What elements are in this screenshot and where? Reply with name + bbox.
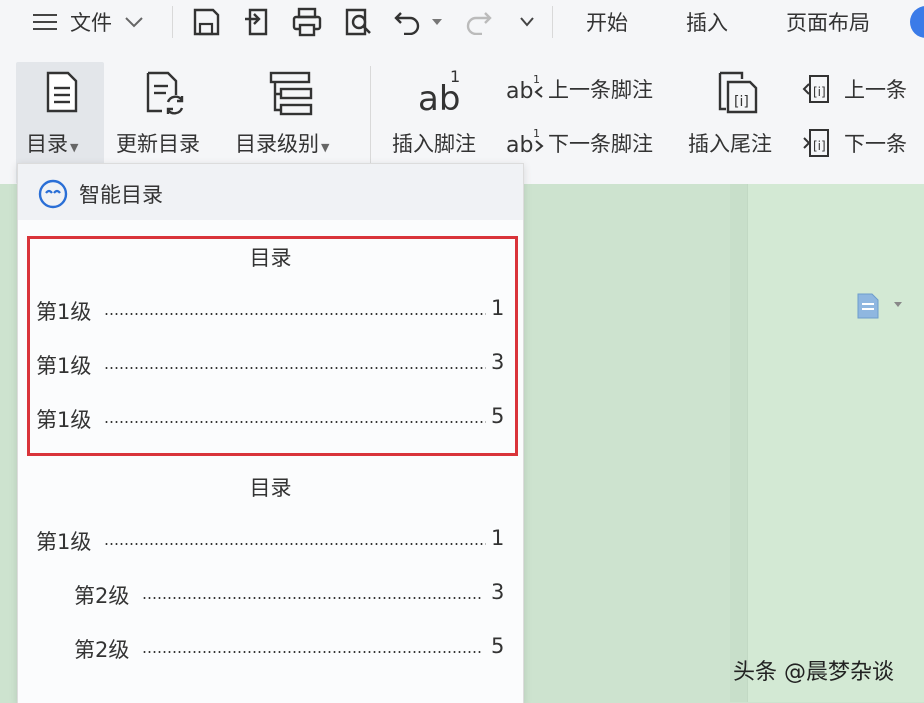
toc-document-icon	[46, 71, 78, 113]
divider	[172, 6, 173, 38]
highlight-box	[27, 236, 518, 456]
smart-toc-label: 智能目录	[79, 183, 163, 207]
svg-text:1: 1	[450, 68, 460, 86]
svg-text:1: 1	[533, 127, 540, 140]
save-icon[interactable]	[191, 7, 221, 37]
print-icon[interactable]	[291, 7, 323, 37]
prev-footnote-icon: ab 1	[506, 73, 543, 104]
svg-text:[i]: [i]	[813, 85, 826, 99]
toc-leader-dots	[142, 597, 482, 599]
svg-text:[i]: [i]	[734, 94, 749, 110]
svg-text:ab: ab	[506, 133, 533, 158]
insert-endnote-label: 插入尾注	[688, 132, 772, 156]
next-footnote-icon: ab 1	[506, 127, 544, 158]
toc-entry-page: 1	[491, 526, 505, 550]
tab-insert[interactable]: 插入	[686, 0, 728, 44]
avatar[interactable]	[910, 6, 924, 38]
update-toc-label: 更新目录	[116, 132, 200, 156]
divider	[552, 6, 553, 38]
svg-text:[i]: [i]	[813, 139, 826, 153]
toc-entry: 第2级 5	[18, 634, 523, 664]
document-page[interactable]	[747, 184, 924, 702]
document-options-icon[interactable]	[856, 292, 908, 320]
footnote-ab-icon: ab 1	[418, 68, 460, 118]
toc-entry-label: 第1级	[36, 530, 92, 554]
undo-dropdown-icon[interactable]	[431, 18, 443, 26]
toc-level-label: 目录级别	[235, 132, 319, 156]
caret-down-icon: ▼	[321, 141, 330, 154]
export-pdf-icon[interactable]	[242, 7, 274, 37]
next-footnote-label: 下一条脚注	[548, 132, 653, 156]
toc-label: 目录	[26, 132, 68, 156]
toc-entry-page: 3	[491, 580, 505, 604]
print-preview-icon[interactable]	[343, 7, 375, 37]
svg-text:ab: ab	[506, 79, 533, 104]
file-menu-label: 文件	[70, 11, 112, 35]
smart-toc-item[interactable]: 智能目录	[18, 164, 523, 220]
chevron-down-icon	[125, 17, 143, 28]
page-shadow	[730, 184, 747, 702]
undo-icon[interactable]	[393, 9, 423, 35]
hamburger-icon	[33, 14, 57, 30]
toc-entry-page: 5	[491, 634, 505, 658]
prev-endnote-icon: [i]	[802, 75, 829, 103]
toc-entry: 第2级 3	[18, 580, 523, 610]
tab-start[interactable]: 开始	[586, 0, 628, 44]
toc-level-icon	[269, 71, 313, 116]
caret-down-icon: ▼	[70, 141, 79, 154]
divider	[370, 66, 371, 166]
watermark-text: 头条 @晨梦杂谈	[733, 660, 894, 685]
insert-footnote-label: 插入脚注	[392, 132, 476, 156]
menu-button[interactable]: 文件	[32, 0, 144, 44]
insert-endnote-button[interactable]: [i] 插入尾注	[684, 62, 788, 182]
smart-toc-icon	[38, 179, 68, 209]
redo-icon[interactable]	[463, 9, 493, 35]
next-endnote-label: 下一条	[844, 132, 907, 156]
next-endnote-icon: [i]	[803, 129, 829, 157]
toc-template-title: 目录	[249, 476, 292, 500]
toc-entry: 第1级 1	[18, 526, 523, 556]
toc-entry-label: 第2级	[74, 584, 130, 608]
tab-page-layout[interactable]: 页面布局	[786, 0, 870, 44]
toc-entry-label: 第2级	[74, 638, 130, 662]
endnote-icon: [i]	[718, 71, 758, 114]
more-chevron-icon[interactable]	[519, 16, 535, 28]
update-toc-icon	[146, 71, 184, 115]
prev-endnote-label: 上一条	[844, 78, 907, 102]
title-toolbar: 文件 开始 插入 页面布局	[0, 0, 924, 45]
prev-footnote-label: 上一条脚注	[548, 78, 653, 102]
svg-text:1: 1	[533, 73, 540, 86]
toc-leader-dots	[142, 651, 482, 653]
toc-leader-dots	[104, 543, 486, 545]
